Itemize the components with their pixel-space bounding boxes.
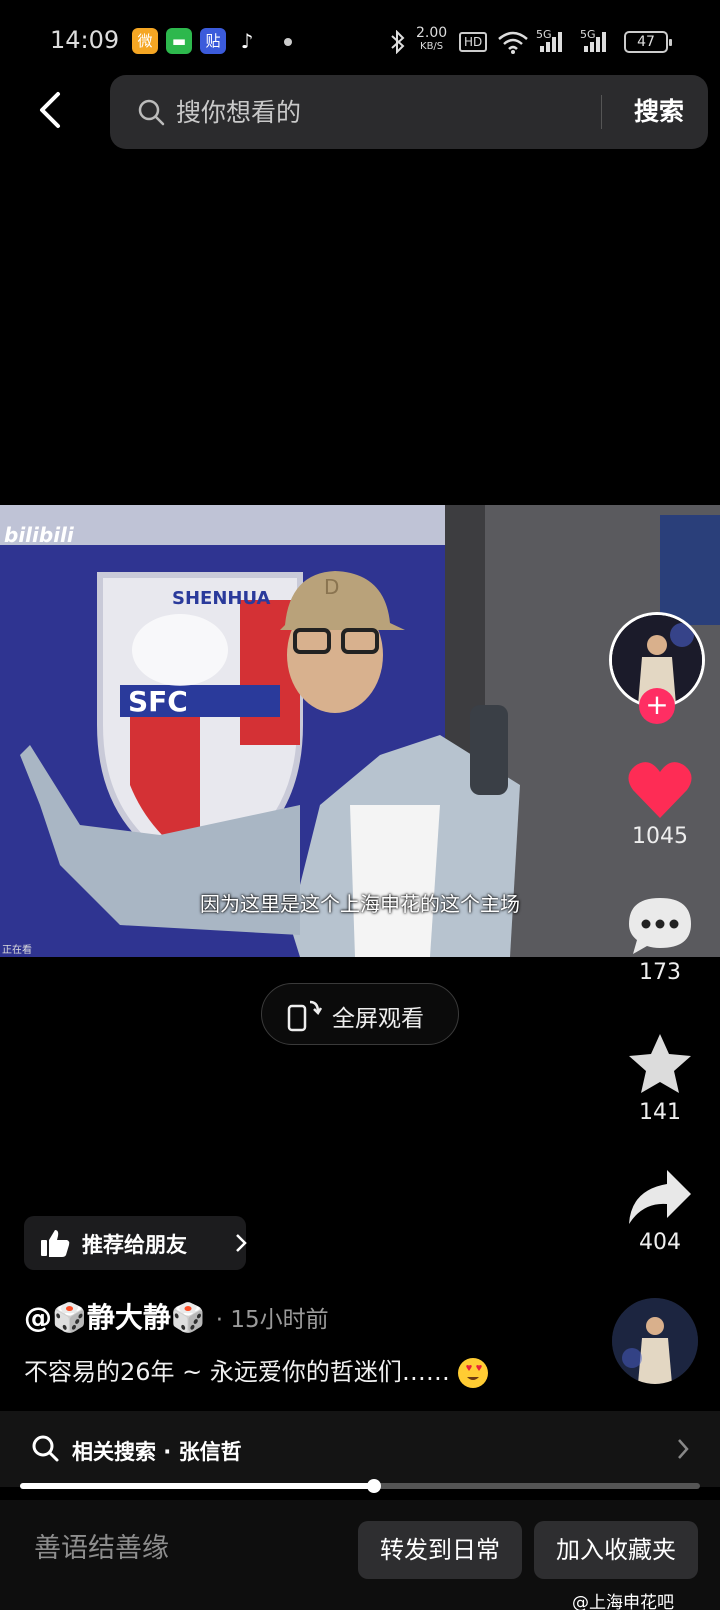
signal-icon-1 <box>540 32 562 52</box>
crest-letters: SFC <box>128 685 188 718</box>
caption-text: 不容易的26年 ~ 永远爱你的哲迷们…… <box>24 1358 450 1386</box>
footer-watermark: @上海申花吧 <box>572 1593 674 1610</box>
like-button[interactable]: 1045 <box>615 760 705 849</box>
tiktok-icon: ♪ <box>240 29 254 53</box>
search-icon <box>32 1435 59 1462</box>
related-search-label: 相关搜索 · 张信哲 <box>72 1440 242 1464</box>
status-bar: 14:09 微 ▬ 贴 ♪ 2.00 KB/S HD 5G 5G 47 <box>0 0 720 84</box>
share-to-daily-button[interactable]: 转发到日常 <box>358 1521 522 1579</box>
heart-icon <box>628 762 692 818</box>
search-icon <box>138 99 165 126</box>
chevron-right-icon <box>236 1234 247 1252</box>
hd-badge: HD <box>459 32 488 52</box>
star-icon <box>629 1034 691 1093</box>
comment-input[interactable]: 善语结善缘 <box>34 1526 169 1565</box>
author-line: @🎲静大静🎲 · 15小时前 <box>24 1296 329 1336</box>
crest-text: SHENHUA <box>172 588 271 609</box>
favorite-button[interactable]: 141 <box>615 1032 705 1125</box>
share-button[interactable]: 404 <box>615 1168 705 1255</box>
add-to-favorites-button[interactable]: 加入收藏夹 <box>534 1521 698 1579</box>
favorite-count: 141 <box>639 1100 681 1125</box>
fullscreen-label: 全屏观看 <box>332 1006 424 1032</box>
message-icon: ▬ <box>166 28 192 54</box>
tieba-icon: 贴 <box>200 28 226 54</box>
follow-button[interactable]: + <box>639 688 675 724</box>
rotate-screen-icon <box>287 1000 322 1032</box>
recommend-to-friends-button[interactable]: 推荐给朋友 <box>24 1216 247 1270</box>
author-name[interactable]: @🎲静大静🎲 <box>24 1301 206 1334</box>
music-avatar-image <box>612 1298 698 1384</box>
bilibili-watermark: bilibili <box>4 523 74 547</box>
comment-icon <box>629 898 691 954</box>
music-disc-avatar[interactable] <box>612 1298 698 1384</box>
back-button[interactable] <box>30 88 74 132</box>
search-button[interactable]: 搜索 <box>610 75 708 149</box>
status-time: 14:09 <box>50 26 120 54</box>
bottom-bar: 善语结善缘 转发到日常 加入收藏夹 @上海申花吧 <box>0 1500 720 1610</box>
like-count: 1045 <box>632 824 688 849</box>
heart-eyes-emoji-icon <box>457 1358 488 1388</box>
search-box: 搜索 <box>110 75 708 149</box>
progress-handle[interactable] <box>366 1479 381 1493</box>
chevron-right-icon <box>678 1439 689 1459</box>
wifi-icon <box>498 31 528 54</box>
post-caption: 不容易的26年 ~ 永远爱你的哲迷们…… <box>24 1352 488 1388</box>
share-count: 404 <box>639 1230 681 1255</box>
video-subtitle: 因为这里是这个上海申花的这个主场 <box>200 892 520 916</box>
progress-fill <box>20 1483 374 1489</box>
cap-letter: D <box>324 575 340 599</box>
related-search-bar[interactable]: 相关搜索 · 张信哲 <box>0 1411 720 1487</box>
fullscreen-button[interactable]: 全屏观看 <box>261 983 459 1045</box>
comment-button[interactable]: 173 <box>615 896 705 985</box>
post-time: · 15小时前 <box>215 1307 329 1333</box>
thumbs-up-icon <box>41 1230 70 1257</box>
video-progress-bar[interactable] <box>20 1479 700 1493</box>
search-divider <box>601 95 602 129</box>
bluetooth-icon <box>391 30 405 54</box>
comment-count: 173 <box>639 960 681 985</box>
notification-dot <box>284 38 292 46</box>
weibo-icon: 微 <box>132 28 158 54</box>
signal-icon-2 <box>584 32 606 52</box>
viewing-tag: 正在看 <box>2 945 32 956</box>
battery-icon: 47 <box>624 31 672 53</box>
share-arrow-icon <box>629 1170 691 1224</box>
recommend-label: 推荐给朋友 <box>82 1233 187 1257</box>
back-arrow-icon <box>40 92 60 128</box>
video-player[interactable]: bilibili SHENHUA SFC D 因为这里是这个上海申花的这个主场 … <box>0 505 720 957</box>
network-speed: 2.00 KB/S <box>416 25 448 52</box>
